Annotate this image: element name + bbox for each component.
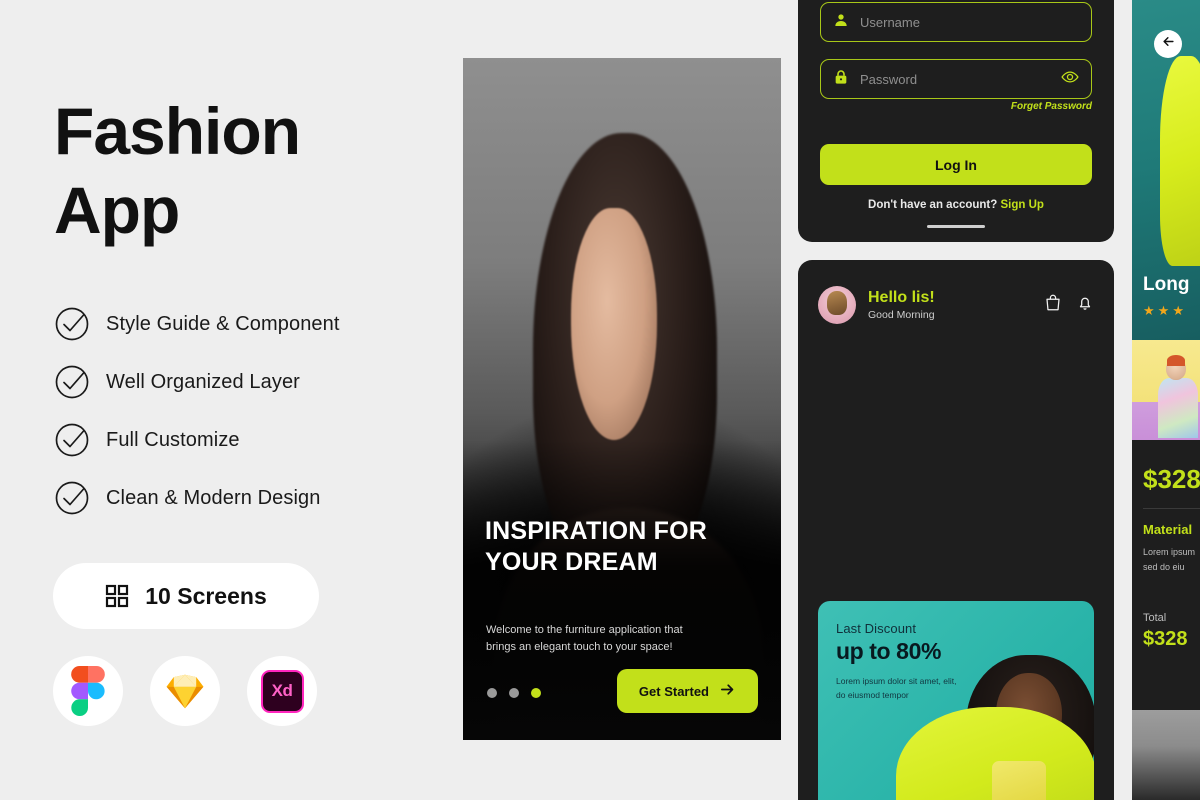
check-circle-icon (52, 304, 92, 344)
thumbnail-model (1158, 355, 1198, 438)
detail-total-value: $328 (1143, 628, 1188, 650)
promo-body: Lorem ipsum dolor sit amet, elit, do eiu… (836, 676, 957, 700)
tool-logo-row: Xd (53, 656, 317, 726)
lock-icon (833, 69, 849, 90)
pagination-dot[interactable] (487, 688, 497, 698)
feature-label: Full Customize (106, 428, 240, 451)
eye-icon[interactable] (1061, 68, 1079, 91)
detail-price: $328 (1143, 464, 1200, 494)
login-screen: Username Password Forget Password Log In… (798, 0, 1114, 242)
password-field[interactable]: Password (820, 59, 1092, 99)
sketch-logo (150, 656, 220, 726)
thumbnail-model-hair (1167, 355, 1185, 366)
feature-item: Clean & Modern Design (52, 469, 432, 527)
signup-prompt: Don't have an account? Sign Up (798, 199, 1114, 211)
feature-item: Style Guide & Component (52, 295, 432, 353)
divider (1143, 508, 1200, 509)
promo-text-block: Last Discount up to 80% Lorem ipsum dolo… (836, 621, 986, 702)
promo-model-bag (992, 761, 1046, 800)
grid-icon (105, 584, 129, 608)
greeting-title: Hello lis! (868, 288, 935, 306)
arrow-right-icon (719, 681, 736, 701)
onboarding-subtitle: Welcome to the furniture application tha… (486, 623, 683, 653)
next-screen-peek (1132, 710, 1200, 800)
feature-label: Well Organized Layer (106, 370, 300, 393)
bell-icon[interactable] (1076, 294, 1094, 317)
detail-product-title: Long (1143, 274, 1190, 295)
screens-count-badge: 10 Screens (53, 563, 319, 629)
user-icon (833, 12, 849, 33)
avatar[interactable] (818, 286, 856, 324)
detail-thumbnail-strip[interactable] (1132, 340, 1200, 440)
onboarding-pagination[interactable] (487, 688, 541, 698)
back-button[interactable] (1154, 30, 1182, 58)
feature-label: Style Guide & Component (106, 312, 340, 335)
feature-item: Full Customize (52, 411, 432, 469)
detail-total-label: Total (1143, 612, 1167, 624)
forgot-password-link[interactable]: Forget Password (1011, 101, 1092, 112)
feature-label: Clean & Modern Design (106, 486, 321, 509)
check-circle-icon (52, 362, 92, 402)
onboarding-title: INSPIRATION FOR YOUR DREAM (485, 517, 707, 576)
arrow-left-icon (1161, 34, 1176, 54)
greeting-subtitle: Good Morning (868, 309, 935, 322)
home-header: Hello lis! Good Morning (818, 282, 1094, 328)
signup-prompt-text: Don't have an account? (868, 199, 998, 211)
feature-item: Well Organized Layer (52, 353, 432, 411)
password-placeholder: Password (860, 71, 918, 87)
username-field[interactable]: Username (820, 2, 1092, 42)
pagination-dot-active[interactable] (531, 688, 541, 698)
shopping-bag-icon[interactable] (1044, 294, 1062, 317)
check-circle-icon (52, 420, 92, 460)
screens-count-label: 10 Screens (145, 582, 267, 609)
figma-logo (53, 656, 123, 726)
portrait-face (571, 208, 657, 440)
star-icon: ★ (1172, 303, 1184, 318)
get-started-button[interactable]: Get Started (616, 669, 758, 713)
header-actions (1044, 294, 1094, 317)
detail-material-label: Material (1143, 522, 1193, 537)
login-button[interactable]: Log In (820, 144, 1092, 185)
signup-link[interactable]: Sign Up (1001, 199, 1044, 211)
promo-banner[interactable]: Last Discount up to 80% Lorem ipsum dolo… (818, 601, 1094, 800)
promo-kicker: Last Discount (836, 621, 917, 636)
check-circle-icon (52, 478, 92, 518)
feature-list: Style Guide & Component Well Organized L… (52, 295, 432, 527)
pagination-dot[interactable] (509, 688, 519, 698)
username-placeholder: Username (860, 14, 920, 30)
home-indicator (927, 225, 985, 228)
promo-headline: up to 80% (836, 638, 942, 664)
thumbnail-model-body (1158, 378, 1198, 438)
product-detail-screen: Long ★ ★ ★ $328 Material Lorem ipsum sed… (1132, 0, 1200, 710)
left-info-panel: Fashion App Style Guide & Component Well… (0, 0, 463, 800)
detail-rating-stars: ★ ★ ★ (1143, 303, 1184, 319)
onboarding-screen: INSPIRATION FOR YOUR DREAM Welcome to th… (463, 58, 781, 740)
star-icon: ★ (1143, 303, 1155, 318)
star-icon: ★ (1157, 303, 1170, 318)
adobe-xd-logo: Xd (247, 656, 317, 726)
page-title: Fashion App (54, 94, 301, 248)
greeting-block: Hello lis! Good Morning (868, 289, 935, 321)
detail-material-text: Lorem ipsum sed do eiu (1143, 547, 1196, 573)
home-screen: Hello lis! Good Morning Last Discount up… (798, 260, 1114, 800)
detail-garment (1160, 56, 1200, 266)
adobe-xd-label: Xd (260, 669, 304, 713)
get-started-label: Get Started (638, 683, 709, 699)
